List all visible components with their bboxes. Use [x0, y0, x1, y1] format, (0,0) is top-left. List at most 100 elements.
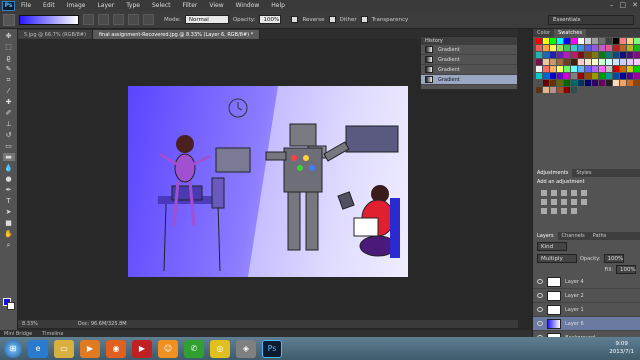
swatch[interactable]	[543, 87, 549, 93]
swatch[interactable]	[620, 52, 626, 58]
swatch[interactable]	[543, 80, 549, 86]
tab-paths[interactable]: Paths	[589, 232, 611, 240]
swatch[interactable]	[627, 59, 633, 65]
menu-layer[interactable]: Layer	[91, 2, 120, 9]
swatch[interactable]	[550, 87, 556, 93]
workspace-select[interactable]: Essentials	[548, 15, 634, 25]
stamp-tool-icon[interactable]: ⊥	[3, 120, 15, 128]
swatch[interactable]	[536, 59, 542, 65]
reverse-checkbox[interactable]	[291, 16, 299, 23]
color-balance-icon[interactable]	[551, 199, 557, 205]
swatch[interactable]	[634, 66, 640, 72]
tab-channels[interactable]: Channels	[558, 232, 589, 240]
swatch[interactable]	[571, 59, 577, 65]
doc-size[interactable]: Doc: 96.6M/325.8M	[78, 321, 127, 327]
tab-color[interactable]: Color	[533, 29, 554, 37]
swatch[interactable]	[571, 87, 577, 93]
swatch[interactable]	[606, 73, 612, 79]
diamond-gradient-button[interactable]	[143, 14, 154, 25]
swatch[interactable]	[543, 38, 549, 44]
swatch[interactable]	[634, 45, 640, 51]
app-icon[interactable]: ◈	[236, 339, 256, 358]
gradient-tool-icon[interactable]	[3, 13, 15, 26]
media-app-icon[interactable]: ▶	[132, 339, 152, 358]
system-clock[interactable]: 9:09 2013/7/1	[609, 340, 634, 356]
swatch[interactable]	[627, 38, 633, 44]
hand-tool-icon[interactable]: ✋	[3, 230, 15, 238]
menu-view[interactable]: View	[203, 2, 229, 9]
history-row[interactable]: Gradient	[421, 55, 517, 65]
channel-mixer-icon[interactable]	[581, 199, 587, 205]
swatch[interactable]	[543, 66, 549, 72]
mode-select[interactable]: Normal	[184, 15, 229, 24]
tab-document-2[interactable]: final assignment-Recovered.jpg @ 8.33% (…	[92, 30, 261, 39]
shape-tool-icon[interactable]: ■	[3, 219, 15, 227]
swatch[interactable]	[592, 80, 598, 86]
menu-image[interactable]: Image	[61, 2, 92, 9]
swatch[interactable]	[571, 73, 577, 79]
swatch[interactable]	[620, 45, 626, 51]
transparency-checkbox[interactable]	[360, 16, 368, 23]
hue-saturation-icon[interactable]	[541, 199, 547, 205]
history-row[interactable]: Gradient	[421, 65, 517, 75]
swatch[interactable]	[564, 45, 570, 51]
reflected-gradient-button[interactable]	[128, 14, 139, 25]
swatch[interactable]	[634, 59, 640, 65]
swatch[interactable]	[571, 66, 577, 72]
swatch[interactable]	[543, 45, 549, 51]
chat-app-icon[interactable]: ✆	[184, 339, 204, 358]
history-row[interactable]: Gradient	[421, 45, 517, 55]
layer-item[interactable]: Layer 1	[533, 303, 640, 317]
swatch[interactable]	[634, 38, 640, 44]
swatch[interactable]	[627, 80, 633, 86]
swatch[interactable]	[557, 66, 563, 72]
swatch[interactable]	[613, 59, 619, 65]
swatch[interactable]	[620, 66, 626, 72]
swatch[interactable]	[585, 66, 591, 72]
swatch[interactable]	[543, 59, 549, 65]
levels-icon[interactable]	[551, 190, 557, 196]
swatch[interactable]	[550, 59, 556, 65]
close-button[interactable]: ✕	[632, 1, 638, 9]
menu-select[interactable]: Select	[146, 2, 177, 9]
eye-icon[interactable]	[537, 279, 543, 284]
start-button-icon[interactable]: ⊞	[4, 339, 22, 358]
swatch[interactable]	[550, 38, 556, 44]
swatch[interactable]	[557, 80, 563, 86]
menu-edit[interactable]: Edit	[37, 2, 61, 9]
invert-icon[interactable]	[541, 208, 547, 214]
swatch[interactable]	[536, 87, 542, 93]
swatch[interactable]	[585, 52, 591, 58]
swatch[interactable]	[592, 52, 598, 58]
swatch[interactable]	[564, 59, 570, 65]
swatch[interactable]	[578, 45, 584, 51]
artwork-canvas[interactable]	[128, 86, 408, 277]
pen-tool-icon[interactable]: ✒	[3, 186, 15, 194]
file-explorer-icon[interactable]: ▭	[54, 339, 74, 358]
swatch[interactable]	[613, 73, 619, 79]
menu-type[interactable]: Type	[120, 2, 146, 9]
swatch[interactable]	[564, 66, 570, 72]
menu-window[interactable]: Window	[230, 2, 266, 9]
swatch[interactable]	[606, 52, 612, 58]
zoom-tool-icon[interactable]: ⌕	[3, 241, 15, 249]
swatch[interactable]	[578, 73, 584, 79]
tab-mini-bridge[interactable]: Mini Bridge	[4, 331, 32, 337]
opacity-input[interactable]: 100%	[259, 15, 282, 24]
angle-gradient-button[interactable]	[113, 14, 124, 25]
gradient-map-icon[interactable]	[571, 208, 577, 214]
swatch[interactable]	[557, 52, 563, 58]
swatch[interactable]	[536, 45, 542, 51]
swatch[interactable]	[557, 73, 563, 79]
swatch[interactable]	[578, 52, 584, 58]
menu-filter[interactable]: Filter	[177, 2, 204, 9]
swatch[interactable]	[599, 80, 605, 86]
history-title[interactable]: History	[421, 37, 517, 45]
swatch[interactable]	[592, 66, 598, 72]
media-player-icon[interactable]: ▶	[80, 339, 100, 358]
swatch[interactable]	[550, 45, 556, 51]
swatch[interactable]	[613, 66, 619, 72]
tab-styles[interactable]: Styles	[572, 169, 595, 177]
vibrance-icon[interactable]	[581, 190, 587, 196]
tab-layers[interactable]: Layers	[533, 232, 558, 240]
